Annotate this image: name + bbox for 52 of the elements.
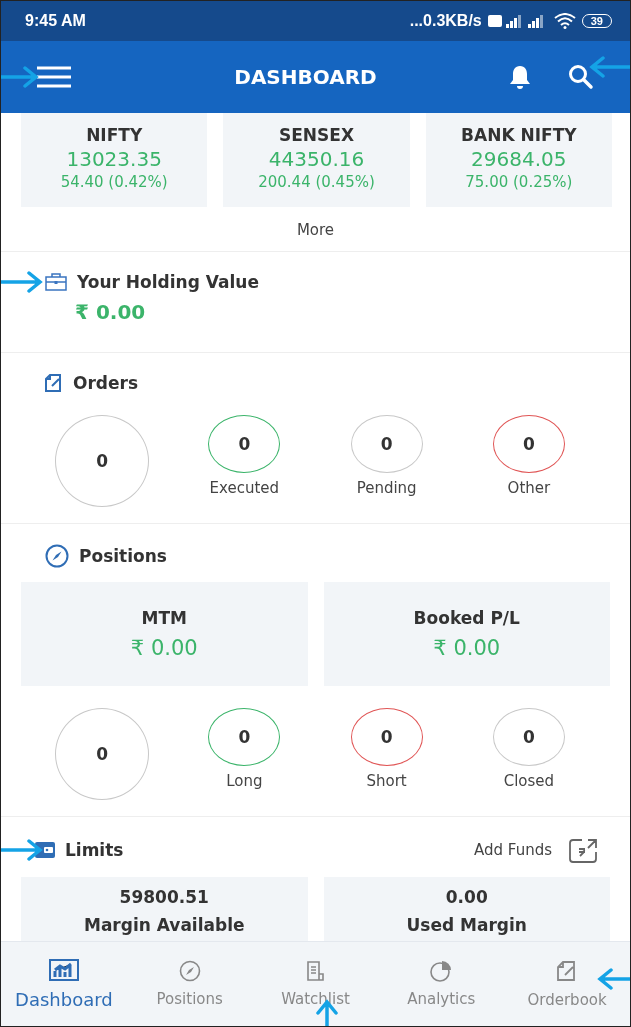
section-title: Limits [65,840,124,860]
count-label: Long [226,772,263,790]
pointer-arrow [1,838,43,862]
compass-icon [178,960,201,982]
more-link[interactable]: More [296,221,335,239]
card-value: ₹ 0.00 [130,636,198,660]
briefcase-icon [45,273,67,291]
card-value: 59800.51 [119,887,209,907]
pointer-arrow [597,967,630,991]
nav-tab[interactable]: Positions [126,942,253,1026]
count-label: Executed [209,479,280,497]
card-label: Booked P/L [413,608,520,628]
section-title: Your Holding Value [77,272,259,292]
index-name: BANK NIFTY [460,125,578,145]
section-title: Orders [73,373,139,393]
card-label: Used Margin [406,915,527,935]
list-icon [304,960,327,982]
nav-tab[interactable]: Watchlist [252,942,379,1026]
network-speed: ...0.3KB/s [409,12,482,30]
index-change: 75.00 (0.25%) [464,173,574,191]
nav-tab[interactable]: Orderbook [504,942,630,1026]
count-label: Other [507,479,551,497]
count-label: Closed [503,772,555,790]
card-value: ₹ 0.00 [433,636,501,660]
rupee-export-icon [568,837,598,863]
pointer-arrow [1,65,39,89]
card-label: Margin Available [83,915,245,935]
card-value: 0.00 [445,887,488,907]
pie-chart-icon [429,960,454,982]
index-change: 200.44 (0.45%) [257,173,376,191]
index-name: NIFTY [85,125,144,145]
index-value: 44350.16 [267,147,366,171]
nav-tab[interactable]: Analytics [378,942,505,1026]
edit-icon [45,374,63,392]
index-value: 29684.05 [470,147,568,171]
wifi-icon [553,13,576,29]
section-title: Positions [79,546,167,566]
count-label: Pending [356,479,417,497]
add-funds-link[interactable]: Add Funds [474,837,598,863]
pointer-arrow [589,55,630,79]
index-name: SENSEX [277,125,355,145]
screen-title: DASHBOARD [233,65,378,89]
card-label: MTM [141,608,187,628]
chart-icon [48,958,79,981]
holding-value: ₹ 0.00 [75,300,147,324]
nav-tab[interactable]: Dashboard [1,942,127,1026]
index-change: 54.40 (0.42%) [59,173,169,191]
status-time: 9:45 AM [25,12,86,30]
pointer-arrow [1,270,43,294]
compass-icon [45,544,69,568]
index-value: 13023.35 [65,147,163,171]
count-label: Short [366,772,407,790]
